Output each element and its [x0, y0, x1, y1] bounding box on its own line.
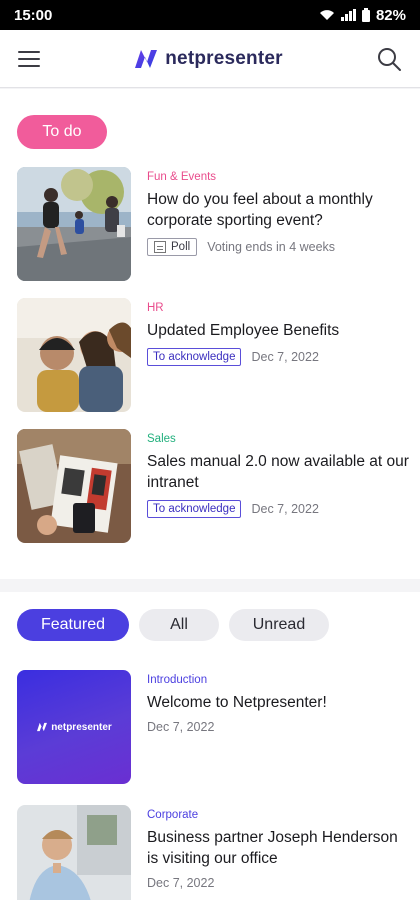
tab-featured[interactable]: Featured [17, 609, 129, 641]
netpresenter-logo-icon [37, 722, 48, 732]
welcome-banner: netpresenter [17, 670, 131, 784]
item-title: How do you feel about a monthly corporat… [147, 191, 373, 229]
poll-tag: Poll [147, 238, 198, 256]
item-meta: Dec 7, 2022 [147, 720, 215, 734]
featured-section: Featured All Unread netpresenter Introdu… [0, 592, 420, 900]
signal-icon [340, 9, 356, 21]
brand-name: netpresenter [165, 47, 283, 69]
status-time: 15:00 [14, 6, 53, 24]
wifi-icon [319, 10, 334, 20]
business-partner-photo [17, 805, 131, 900]
item-category: Corporate [147, 809, 199, 821]
app-header: netpresenter [0, 30, 420, 88]
search-icon[interactable] [376, 46, 402, 72]
banner-brand: netpresenter [51, 721, 112, 733]
item-title: Sales manual 2.0 now available at our in… [147, 453, 409, 491]
item-category: Sales [147, 433, 176, 445]
item-meta: Dec 7, 2022 [251, 350, 319, 364]
sales-manual-photo [17, 429, 131, 543]
item-category: Fun & Events [147, 171, 217, 183]
item-meta: Voting ends in 4 weeks [207, 240, 336, 254]
tab-all[interactable]: All [139, 609, 219, 641]
status-bar: 15:00 82% [0, 0, 420, 30]
acknowledge-tag[interactable]: To acknowledge [147, 348, 242, 366]
brand-logo: netpresenter [133, 48, 283, 70]
acknowledge-tag[interactable]: To acknowledge [147, 500, 242, 518]
todo-badge: To do [17, 115, 107, 149]
filter-tabs: Featured All Unread [17, 609, 329, 641]
item-meta: Dec 7, 2022 [147, 876, 215, 890]
item-title: Welcome to Netpresenter! [147, 694, 327, 711]
hamburger-menu-icon[interactable] [18, 50, 40, 67]
netpresenter-logo-icon [135, 49, 158, 68]
battery-icon [361, 8, 370, 22]
item-category: HR [147, 302, 164, 314]
item-category: Introduction [147, 674, 208, 686]
item-meta: Dec 7, 2022 [251, 502, 319, 516]
item-title: Business partner Joseph Henderson is vis… [147, 829, 398, 867]
status-icons: 82% [319, 7, 406, 24]
running-photo [17, 167, 131, 281]
poll-icon [154, 241, 166, 253]
employees-photo [17, 298, 131, 412]
todo-section: To do Fun & Events How do you feel about… [0, 89, 420, 579]
battery-level: 82% [375, 6, 406, 24]
tab-unread[interactable]: Unread [229, 609, 329, 641]
item-title: Updated Employee Benefits [147, 322, 340, 339]
